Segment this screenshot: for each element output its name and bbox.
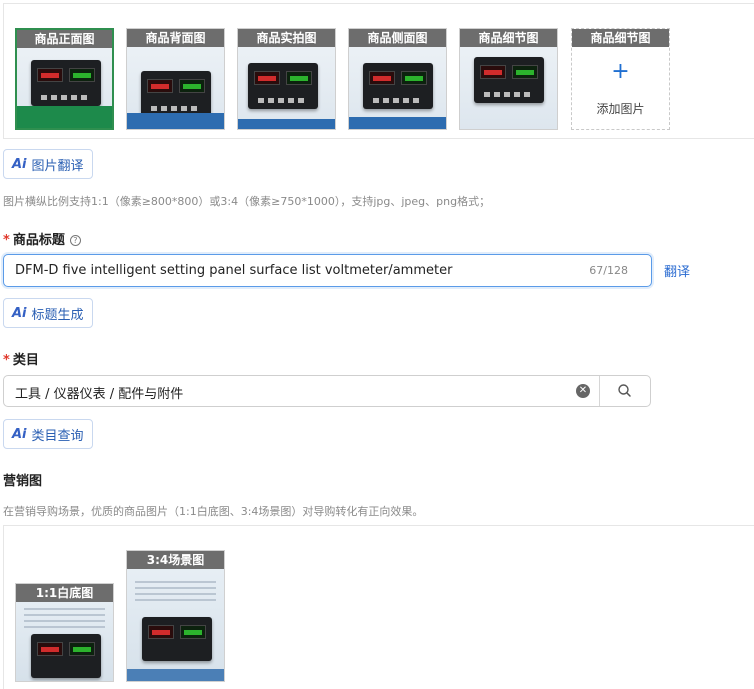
product-photo <box>248 63 318 109</box>
category-label: 类目 <box>12 353 39 368</box>
product-photo <box>31 60 101 106</box>
ai-title-generate-button[interactable]: Ai 标题生成 <box>3 298 93 328</box>
button-label: 图片翻译 <box>31 158 84 174</box>
marketing-image-white-bg[interactable]: 1:1白底图 <box>15 583 114 682</box>
image-caption: 3:4场景图 <box>127 551 224 569</box>
product-photo <box>31 634 101 678</box>
image-banner <box>127 669 224 681</box>
image-caption: 商品细节图 <box>460 29 557 47</box>
image-text-lines <box>24 608 105 630</box>
search-button[interactable] <box>600 376 651 406</box>
button-label: 类目查询 <box>31 428 84 444</box>
product-photo <box>141 71 211 117</box>
image-caption: 商品实拍图 <box>238 29 335 47</box>
image-caption: 1:1白底图 <box>16 584 113 602</box>
category-label-row: * 类目 <box>3 349 39 368</box>
product-image-real-shot[interactable]: 商品实拍图 <box>237 28 336 130</box>
title-label: 商品标题 <box>12 233 65 248</box>
button-label: 标题生成 <box>31 307 84 323</box>
image-banner <box>238 119 335 129</box>
ai-category-query-button[interactable]: Ai 类目查询 <box>3 419 93 449</box>
marketing-image-panel: 1:1白底图 3:4场景图 <box>3 525 754 689</box>
product-title-input[interactable]: DFM-D five intelligent setting panel sur… <box>3 254 652 287</box>
required-mark: * <box>3 233 10 248</box>
plus-icon: + <box>611 59 630 84</box>
image-format-hint: 图片横纵比例支持1:1（像素≥800*800）或3:4（像素≥750*1000）… <box>3 195 491 208</box>
clear-circle-icon[interactable]: ✕ <box>576 384 590 398</box>
title-char-count: 67/128 <box>589 264 628 277</box>
product-image-side[interactable]: 商品侧面图 <box>348 28 447 130</box>
add-image-tile[interactable]: 商品细节图 + 添加图片 <box>571 28 670 130</box>
translate-link[interactable]: 翻译 <box>664 261 690 280</box>
image-banner <box>349 117 446 129</box>
search-icon <box>618 384 631 397</box>
title-label-row: * 商品标题? <box>3 229 81 248</box>
product-photo <box>474 57 544 103</box>
product-photo <box>142 617 212 661</box>
required-mark: * <box>3 353 10 368</box>
image-caption: 商品背面图 <box>127 29 224 47</box>
product-image-front[interactable]: 商品正面图 <box>15 28 114 130</box>
category-value: 工具 / 仪器仪表 / 配件与附件 <box>15 387 184 402</box>
product-photo <box>363 63 433 109</box>
title-value: DFM-D five intelligent setting panel sur… <box>15 263 453 278</box>
add-image-label: 添加图片 <box>596 102 645 116</box>
product-image-gallery: 商品正面图 商品背面图 商品实拍图 商品侧面图 商品细节图 商品细节图 + 添加… <box>3 3 754 139</box>
ai-icon: Ai <box>12 305 27 321</box>
product-image-detail[interactable]: 商品细节图 <box>459 28 558 130</box>
marketing-image-scene[interactable]: 3:4场景图 <box>126 550 225 682</box>
product-image-back[interactable]: 商品背面图 <box>126 28 225 130</box>
marketing-hint: 在营销导购场景，优质的商品图片（1:1白底图、3:4场景图）对导购转化有正向效果… <box>3 505 424 518</box>
category-select[interactable]: 工具 / 仪器仪表 / 配件与附件 ✕ <box>3 375 651 407</box>
marketing-label: 营销图 <box>3 474 43 489</box>
question-circle-icon[interactable]: ? <box>69 235 81 246</box>
image-caption: 商品正面图 <box>17 30 112 48</box>
image-banner <box>17 106 112 128</box>
ai-icon: Ai <box>12 156 27 172</box>
image-caption: 商品细节图 <box>572 29 669 47</box>
ai-image-translate-button[interactable]: Ai 图片翻译 <box>3 149 93 179</box>
image-text-lines <box>135 581 216 603</box>
image-banner <box>127 113 224 129</box>
ai-icon: Ai <box>12 426 27 442</box>
image-caption: 商品侧面图 <box>349 29 446 47</box>
